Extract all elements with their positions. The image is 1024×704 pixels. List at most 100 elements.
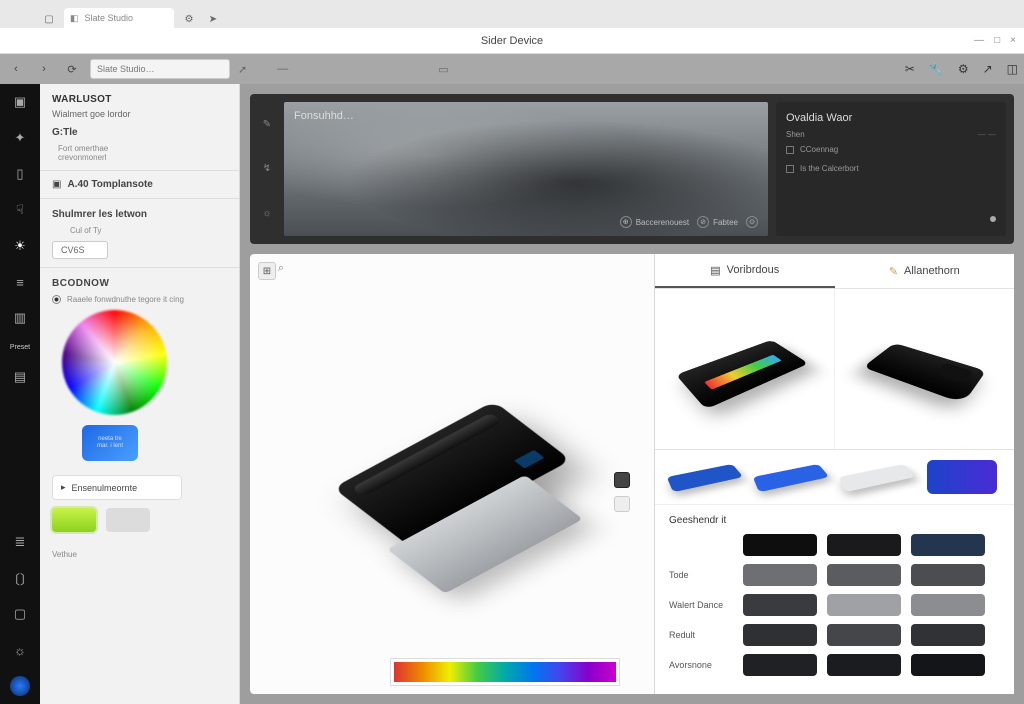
- swatch[interactable]: [827, 654, 901, 676]
- canvas[interactable]: ⊞ ⌕: [250, 254, 654, 694]
- hero-rail-move-icon[interactable]: ↯: [263, 163, 271, 174]
- side-field-label: Cul of Ty: [70, 226, 227, 235]
- side-panel: WARLUSOT Wialmert goe lordor G:Tle Fort …: [40, 84, 240, 704]
- side-radio-label: Raaele fonwdnuthe tegore it cing: [67, 295, 184, 304]
- inspector-tab-alt[interactable]: ✎Allanethorn: [835, 254, 1015, 288]
- tab-strip: ▢ ◧ Slate Studio ⚙ ➤: [0, 0, 1024, 28]
- variant-thumb-1[interactable]: [655, 289, 835, 449]
- hero-card-check2[interactable]: [786, 165, 794, 173]
- tool-settings-icon[interactable]: ⚙: [958, 62, 969, 76]
- thumb-toggle[interactable]: ▸ Ensenulmeornte: [52, 475, 182, 500]
- swatch[interactable]: [743, 564, 817, 586]
- rail-notebook-icon[interactable]: ▥: [10, 308, 30, 328]
- browser-tab[interactable]: ◧ Slate Studio: [64, 8, 174, 28]
- nav-back-icon[interactable]: ‹: [6, 59, 26, 79]
- chip-blue-b[interactable]: [753, 464, 830, 492]
- color-wheel[interactable]: [62, 310, 167, 415]
- swatch[interactable]: [911, 654, 985, 676]
- hero-tag1-icon[interactable]: ⊕: [620, 216, 632, 228]
- tab-gear-icon[interactable]: ⚙: [180, 10, 198, 28]
- hero-tag3-icon[interactable]: ⊙: [746, 216, 758, 228]
- hero-rail-pen-icon[interactable]: ✎: [263, 119, 271, 130]
- swatch[interactable]: [911, 534, 985, 556]
- rail-device-icon[interactable]: ▯: [10, 164, 30, 184]
- toolbar-row: ‹ › ⟳ Slate Studio… ➚ — ▭ ✂ 🔧 ⚙ ↗ ◫: [0, 54, 1024, 84]
- swatch[interactable]: [743, 534, 817, 556]
- rail-grid-icon[interactable]: ▤: [10, 367, 30, 387]
- inspector-tab-variants[interactable]: ▤Voribrdous: [655, 254, 835, 288]
- chip-white[interactable]: [839, 464, 916, 492]
- side-radio[interactable]: [52, 295, 61, 304]
- swatch[interactable]: [911, 594, 985, 616]
- rail-light-icon[interactable]: ☀: [10, 236, 30, 256]
- toolbar-arrow-icon[interactable]: ➚: [238, 63, 247, 76]
- nav-forward-icon[interactable]: ›: [34, 59, 54, 79]
- chip-gradient[interactable]: [927, 460, 997, 494]
- hero-card-title: Ovaldia Waor: [786, 112, 996, 124]
- nav-refresh-icon[interactable]: ⟳: [62, 59, 82, 79]
- swatch[interactable]: [827, 594, 901, 616]
- tab-new-icon[interactable]: ▢: [40, 10, 58, 28]
- gradient-chip[interactable]: neeta tre mar. i lent: [82, 425, 138, 461]
- window-max-button[interactable]: □: [994, 35, 1000, 46]
- rail-color-icon[interactable]: [10, 676, 30, 696]
- product-model[interactable]: [333, 401, 571, 547]
- rail-layers-icon[interactable]: ≡: [10, 272, 30, 292]
- rail-bracket-icon[interactable]: 〔〕: [10, 568, 30, 588]
- swatch[interactable]: [827, 624, 901, 646]
- side-caption: Vethue: [52, 550, 227, 559]
- hero-card-check1[interactable]: [786, 146, 794, 154]
- canvas-search-icon[interactable]: ⌕: [278, 262, 284, 275]
- chip-blue-a[interactable]: [667, 464, 744, 492]
- mini-swatch-a[interactable]: [52, 508, 96, 532]
- tab-label: Slate Studio: [85, 13, 134, 23]
- window-close-button[interactable]: ×: [1010, 35, 1016, 46]
- rail-home-icon[interactable]: ▣: [10, 92, 30, 112]
- rail-light2-icon[interactable]: ☼: [10, 640, 30, 660]
- spectrum-strip[interactable]: [390, 658, 620, 686]
- swatch[interactable]: [743, 594, 817, 616]
- window-min-button[interactable]: —: [974, 35, 984, 46]
- swatch-row: Walert Dance: [669, 594, 1000, 616]
- tab-favicon: ◧: [70, 13, 79, 24]
- hero-card-line3: Is the Calcerbort: [800, 164, 859, 173]
- toolbar-box-icon[interactable]: ▭: [438, 63, 448, 76]
- side-group-label: G:Tle: [52, 127, 78, 138]
- hero-band: ✎ ↯ ☼ Fonsuhhd… ⊕Baccerenouest ⊘Fabtee ⊙…: [250, 94, 1014, 244]
- swatch[interactable]: [743, 624, 817, 646]
- side-group-sub2: crevonmonerl: [58, 153, 227, 162]
- swatch-row: Redult: [669, 624, 1000, 646]
- hero-card-line1: Shen: [786, 130, 805, 139]
- hero-tag2-icon[interactable]: ⊘: [697, 216, 709, 228]
- swatch-mini-rail: [614, 472, 632, 512]
- rail-box-icon[interactable]: ▢: [10, 604, 30, 624]
- hero-preview[interactable]: Fonsuhhd… ⊕Baccerenouest ⊘Fabtee ⊙: [284, 102, 768, 236]
- address-bar[interactable]: Slate Studio…: [90, 59, 230, 79]
- swatch[interactable]: [827, 534, 901, 556]
- rail-gesture-icon[interactable]: ☟: [10, 200, 30, 220]
- product-screen: [514, 450, 544, 469]
- rail-label: Preset: [10, 344, 30, 351]
- toolbar-dash-icon[interactable]: —: [277, 63, 288, 75]
- rail-align-icon[interactable]: ≣: [10, 532, 30, 552]
- variant-thumb-2[interactable]: [835, 289, 1015, 449]
- tool-wrench-icon[interactable]: 🔧: [929, 62, 944, 76]
- mini-rail-active[interactable]: [614, 472, 630, 488]
- side-template-label: A.40 Tomplansote: [67, 179, 152, 190]
- side-field-input[interactable]: CV6S: [52, 241, 108, 259]
- mini-swatch-b[interactable]: [106, 508, 150, 532]
- swatch[interactable]: [743, 654, 817, 676]
- mini-rail-item[interactable]: [614, 496, 630, 512]
- swatch[interactable]: [827, 564, 901, 586]
- tool-panel-icon[interactable]: ◫: [1007, 62, 1018, 76]
- hero-card-line2: CCoennag: [800, 145, 838, 154]
- hero-rail-sun-icon[interactable]: ☼: [262, 208, 271, 219]
- tool-export-icon[interactable]: ↗: [983, 62, 993, 76]
- hero-card-more-icon[interactable]: [990, 216, 996, 222]
- swatch[interactable]: [911, 564, 985, 586]
- rail-spark-icon[interactable]: ✦: [10, 128, 30, 148]
- tool-crop-icon[interactable]: ✂: [905, 62, 915, 76]
- swatch[interactable]: [911, 624, 985, 646]
- tab-pointer-icon[interactable]: ➤: [204, 10, 222, 28]
- canvas-grid-button[interactable]: ⊞: [258, 262, 276, 280]
